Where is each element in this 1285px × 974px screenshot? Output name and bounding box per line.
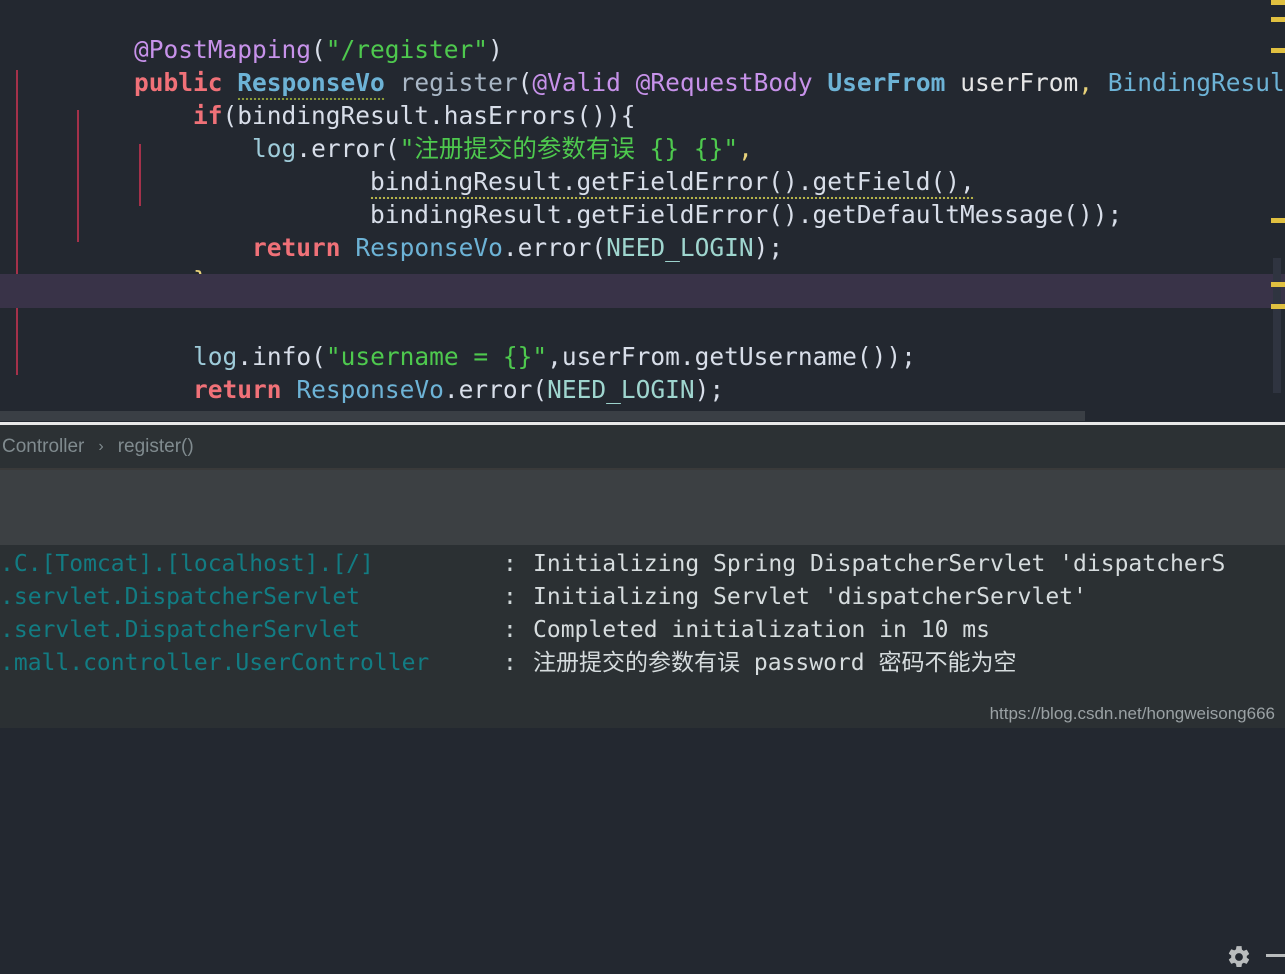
code-line-10[interactable]: log.info("username = {}",userFrom.getUse… <box>0 307 1285 371</box>
inspection-marker-1[interactable] <box>1271 0 1285 5</box>
inspection-marker-4[interactable] <box>1271 218 1285 223</box>
console-line: .mall.controller.UserController : 注册提交的参… <box>0 647 1285 680</box>
code-line-8[interactable]: } <box>0 231 1285 295</box>
code-line-12[interactable]: } <box>0 373 1285 412</box>
watermark: https://blog.csdn.net/hongweisong666 <box>989 704 1275 723</box>
code-line-2[interactable]: public ResponseVo register(@Valid @Reque… <box>0 33 1285 101</box>
inspection-marker-3[interactable] <box>1271 48 1285 53</box>
console-line-message: Initializing Servlet 'dispatcherServlet' <box>533 584 1087 610</box>
console-line-separator: : <box>503 584 517 610</box>
editor-hscrollbar-thumb[interactable] <box>0 411 1085 421</box>
code-line-9-current[interactable] <box>0 274 1285 308</box>
console-line-source: .servlet.DispatcherServlet <box>0 617 361 643</box>
breadcrumb[interactable]: Controller › register() <box>0 425 1285 469</box>
code-editor[interactable]: @PostMapping("/register") public Respons… <box>0 0 1285 412</box>
code-line-7[interactable]: return ResponseVo.error(NEED_LOGIN); <box>0 198 1285 262</box>
console-line-separator: : <box>503 617 517 643</box>
code-line-6[interactable]: bindingResult.getFieldError().getDefault… <box>0 165 1285 229</box>
code-content[interactable]: @PostMapping("/register") public Respons… <box>0 0 1285 412</box>
code-line-4[interactable]: log.error("注册提交的参数有误 {} {}", <box>0 99 1285 163</box>
ide-window: @PostMapping("/register") public Respons… <box>0 0 1285 967</box>
console-line: .servlet.DispatcherServlet : Initializin… <box>0 581 1285 614</box>
console-line-message: Initializing Spring DispatcherServlet 'd… <box>533 551 1226 577</box>
gear-icon[interactable] <box>1226 944 1252 970</box>
console-line-source: .C.[Tomcat].[localhost].[/] <box>0 551 374 577</box>
code-line-1[interactable]: @PostMapping("/register") <box>0 0 1285 64</box>
console-line-message: 注册提交的参数有误 password 密码不能为空 <box>533 650 1017 676</box>
console-toolbar <box>0 470 1285 967</box>
console-line-separator: : <box>503 551 517 577</box>
console-line-message: Completed initialization in 10 ms <box>533 617 990 643</box>
inspection-marker-5[interactable] <box>1271 282 1285 287</box>
inspection-marker-6[interactable] <box>1271 304 1285 309</box>
console-line-separator: : <box>503 650 517 676</box>
code-line-11[interactable]: return ResponseVo.error(NEED_LOGIN); <box>0 340 1285 404</box>
breadcrumb-item-register[interactable]: register() <box>116 436 196 458</box>
console-output[interactable]: .C.[Tomcat].[localhost].[/] : Initializi… <box>0 545 1285 728</box>
breadcrumb-item-controller[interactable]: Controller <box>0 436 86 458</box>
minimize-icon[interactable] <box>1266 954 1285 957</box>
console-line: .servlet.DispatcherServlet : Completed i… <box>0 614 1285 647</box>
chevron-right-icon: › <box>98 438 104 455</box>
code-line-3[interactable]: if(bindingResult.hasErrors()){ <box>0 66 1285 130</box>
inspection-stripe-column[interactable] <box>1273 258 1281 393</box>
console-line: .C.[Tomcat].[localhost].[/] : Initializi… <box>0 548 1285 581</box>
inspection-marker-2[interactable] <box>1271 17 1285 22</box>
console-line-source: .servlet.DispatcherServlet <box>0 584 361 610</box>
code-line-5[interactable]: bindingResult.getFieldError().getField()… <box>0 132 1285 200</box>
console-line-source: .mall.controller.UserController <box>0 650 430 676</box>
